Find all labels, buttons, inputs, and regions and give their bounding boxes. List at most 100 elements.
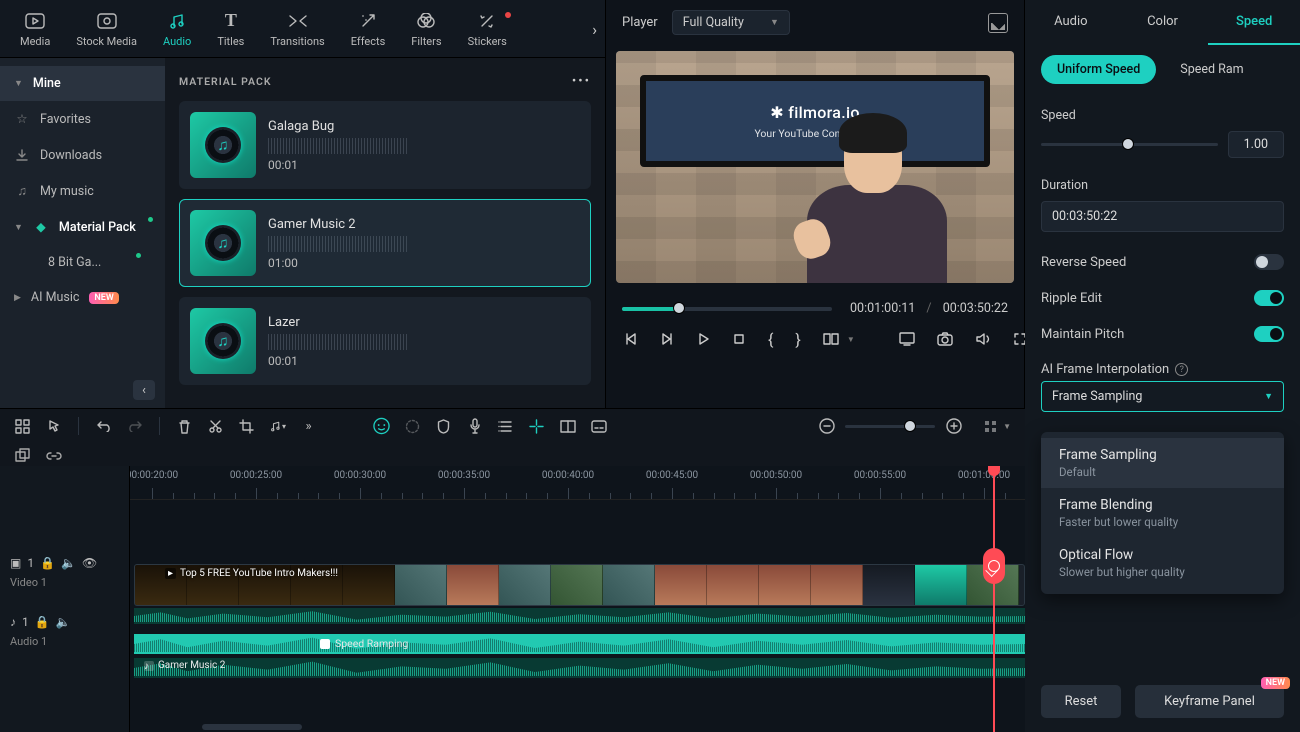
horizontal-scrollbar[interactable] (202, 724, 302, 730)
tab-transitions[interactable]: Transitions (260, 6, 334, 52)
track-options-button[interactable] (982, 418, 999, 435)
keyframe-panel-button[interactable]: Keyframe Panel NEW (1135, 685, 1284, 718)
sidebar-item-mine[interactable]: ▼ Mine (0, 66, 165, 101)
ai-interpolation-dropdown: Frame Sampling Default Frame Blending Fa… (1041, 432, 1284, 594)
caption-button[interactable] (590, 418, 607, 435)
tab-effects[interactable]: Effects (341, 6, 396, 52)
maintain-pitch-toggle[interactable] (1254, 326, 1284, 342)
speed-slider[interactable] (1041, 143, 1218, 146)
sidebar-item-favorites[interactable]: ☆ Favorites (0, 101, 165, 137)
undo-button[interactable] (95, 418, 112, 435)
chevron-down-icon[interactable]: ▼ (847, 335, 855, 344)
list-button[interactable] (497, 418, 514, 435)
layout-button[interactable] (14, 418, 31, 435)
sidebar-item-my-music[interactable]: ♫ My music (0, 173, 165, 209)
video-preview[interactable]: ✱ filmora.io Your YouTube Community (616, 51, 1014, 283)
zoom-out-button[interactable] (818, 418, 835, 435)
tab-stickers[interactable]: Stickers (458, 6, 517, 52)
ruler-label: 00:00:45:00 (646, 470, 698, 481)
reset-button[interactable]: Reset (1041, 685, 1121, 718)
mark-out-button[interactable]: } (795, 330, 800, 348)
play-button[interactable] (696, 330, 710, 348)
volume-button[interactable] (975, 330, 991, 348)
inspector-tab-speed[interactable]: Speed (1208, 0, 1300, 45)
lock-icon[interactable]: 🔒 (35, 615, 50, 629)
audio-card[interactable]: ♫ Gamer Music 2 01:00 (179, 199, 591, 287)
dropdown-option-optical-flow[interactable]: Optical Flow Slower but higher quality (1041, 538, 1284, 588)
tabs-scroll-right[interactable]: › (592, 20, 597, 39)
sidebar-item-8bit-label: 8 Bit Ga... (48, 255, 101, 270)
shield-button[interactable] (435, 418, 452, 435)
lock-icon[interactable]: 🔒 (40, 556, 55, 570)
reverse-speed-toggle[interactable] (1254, 254, 1284, 270)
visibility-icon[interactable]: 👁 (82, 556, 97, 570)
sidebar-item-material-pack[interactable]: ▼ ◆ Material Pack (0, 209, 165, 245)
tab-titles[interactable]: T Titles (207, 6, 254, 52)
playhead[interactable] (993, 466, 995, 732)
dd-sub: Default (1059, 465, 1266, 479)
sidebar-item-downloads[interactable]: Downloads (0, 137, 165, 173)
sidebar-collapse-button[interactable]: ‹ (133, 380, 155, 400)
maintain-pitch-label: Maintain Pitch (1041, 327, 1124, 342)
snapshot-button[interactable] (937, 330, 953, 348)
ai-interpolation-select[interactable]: Frame Sampling ▼ (1041, 381, 1284, 412)
audio-clip[interactable] (134, 658, 1025, 678)
sidebar-item-8bit[interactable]: 8 Bit Ga... (0, 245, 165, 280)
next-frame-button[interactable] (660, 330, 674, 348)
keyframe-label: Keyframe Panel (1164, 694, 1255, 709)
compare-button[interactable] (823, 330, 839, 348)
delete-button[interactable] (176, 418, 193, 435)
redo-button[interactable] (126, 418, 143, 435)
video-track-header[interactable]: ▣ 1 🔒 🔈 👁 (0, 550, 129, 576)
cut-button[interactable] (207, 418, 224, 435)
inspector-tab-audio[interactable]: Audio (1025, 0, 1117, 45)
audio-card[interactable]: ♫ Lazer 00:01 (179, 297, 591, 385)
pointer-button[interactable] (45, 418, 62, 435)
tab-media[interactable]: Media (10, 6, 60, 52)
audio-card[interactable]: ♫ Galaga Bug 00:01 (179, 101, 591, 189)
more-tools-button[interactable]: » (300, 418, 317, 435)
display-button[interactable] (899, 330, 915, 348)
audio-track-header[interactable]: ♪ 1 🔒 🔈 (0, 609, 129, 635)
timeline-ruler[interactable]: 00:00:20:0000:00:25:0000:00:30:0000:00:3… (130, 466, 1025, 500)
playhead-cut-flag[interactable] (983, 548, 1005, 584)
tab-filters[interactable]: Filters (401, 6, 451, 52)
ai-button[interactable] (373, 418, 390, 435)
mark-in-button[interactable]: { (768, 330, 773, 348)
zoom-slider[interactable] (845, 425, 935, 428)
mute-icon[interactable]: 🔈 (56, 615, 71, 629)
audio-title: Lazer (268, 315, 580, 330)
subtab-speed-ramping[interactable]: Speed Ram (1164, 55, 1259, 84)
more-options-button[interactable]: ••• (572, 74, 591, 89)
crop-button[interactable] (238, 418, 255, 435)
zoom-in-button[interactable] (945, 418, 962, 435)
video-audio-waveform[interactable] (134, 608, 1025, 624)
inspector-tab-color[interactable]: Color (1117, 0, 1209, 45)
mute-icon[interactable]: 🔈 (61, 556, 76, 570)
marker-button[interactable] (528, 418, 545, 435)
tab-stock-media[interactable]: Stock Media (66, 6, 147, 52)
info-icon[interactable]: ? (1175, 363, 1188, 376)
video-clip[interactable]: ▸Top 5 FREE YouTube Intro Makers!!! (134, 564, 1025, 606)
stop-button[interactable] (732, 330, 746, 348)
player-scrubber[interactable] (622, 307, 832, 311)
voiceover-button[interactable] (466, 418, 483, 435)
sidebar-item-ai-music[interactable]: ▶ AI Music NEW (0, 280, 165, 315)
audio-adjust-button[interactable]: ▾ (269, 418, 286, 435)
quality-select[interactable]: Full Quality ▼ (672, 10, 790, 35)
duplicate-button[interactable] (14, 447, 31, 464)
dropdown-option-frame-blending[interactable]: Frame Blending Faster but lower quality (1041, 488, 1284, 538)
ripple-edit-toggle[interactable] (1254, 290, 1284, 306)
duration-input[interactable] (1041, 201, 1284, 232)
tab-audio[interactable]: Audio (153, 6, 201, 52)
effects-tl-button[interactable] (404, 418, 421, 435)
dropdown-option-frame-sampling[interactable]: Frame Sampling Default (1041, 438, 1284, 488)
prev-frame-button[interactable] (624, 330, 638, 348)
link-button[interactable] (45, 447, 62, 464)
subtab-uniform-speed[interactable]: Uniform Speed (1041, 55, 1156, 84)
chevron-down-icon[interactable]: ▼ (1003, 422, 1011, 431)
snapshot-frame-button[interactable] (988, 13, 1008, 33)
split-screen-button[interactable] (559, 418, 576, 435)
speed-value[interactable]: 1.00 (1228, 131, 1284, 158)
speed-ramp-clip[interactable] (134, 634, 1025, 654)
